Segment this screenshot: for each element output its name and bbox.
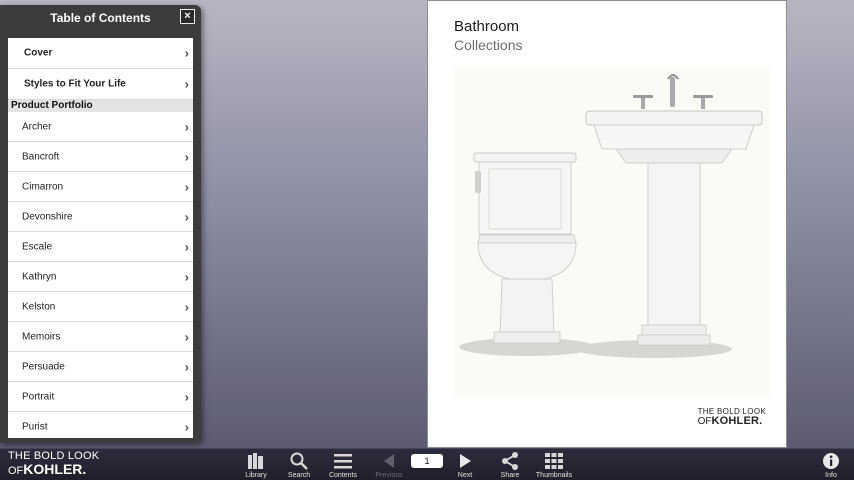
kohler-brand-logo: THE BOLD LOOK OFKOHLER. (8, 450, 100, 477)
search-label: Search (287, 472, 311, 479)
page-subtitle: Collections (454, 37, 523, 53)
toc-item-archer[interactable]: Archer › (8, 112, 193, 142)
search-button[interactable]: Search (276, 451, 322, 480)
toc-section-header: Product Portfolio (8, 100, 193, 112)
toc-item-label: Escale (22, 241, 53, 252)
toc-item-label: Kathryn (22, 271, 57, 282)
chevron-right-icon: › (184, 359, 189, 374)
chevron-right-icon: › (184, 149, 189, 164)
info-label: Info (825, 472, 837, 479)
library-label: Library (245, 472, 267, 479)
contents-icon (334, 454, 352, 469)
next-label: Next (457, 472, 473, 479)
chevron-right-icon: › (184, 76, 189, 92)
kohler-logo: THE BOLD LOOK OFKOHLER. (697, 407, 766, 427)
toc-item-label: Devonshire (22, 211, 73, 222)
toc-item-kathryn[interactable]: Kathryn › (8, 262, 193, 292)
toc-item-persuade[interactable]: Persuade › (8, 352, 193, 382)
share-icon (502, 452, 518, 470)
thumbnails-button[interactable]: Thumbnails (531, 451, 577, 480)
toc-title: Table of Contents (50, 11, 151, 25)
chevron-right-icon: › (184, 179, 189, 194)
toc-list[interactable]: Cover › Styles to Fit Your Life › Produc… (8, 38, 193, 438)
info-icon (823, 453, 839, 469)
thumbnails-grid-icon (545, 453, 563, 469)
toc-item-label: Styles to Fit Your Life (24, 78, 126, 90)
table-of-contents-panel: Table of Contents × Cover › Styles to Fi… (0, 5, 201, 443)
toc-item-label: Memoirs (22, 331, 61, 342)
toc-header: Table of Contents × (0, 5, 201, 33)
catalog-page[interactable]: Bathroom Collections THE BOLD LOOK OFKOH… (427, 0, 787, 448)
next-button[interactable]: Next (442, 451, 488, 480)
chevron-right-icon: › (184, 389, 189, 404)
chevron-right-icon: › (184, 269, 189, 284)
toc-item-label: Purist (22, 421, 48, 432)
toc-item-cimarron[interactable]: Cimarron › (8, 172, 193, 202)
chevron-right-icon: › (184, 119, 189, 134)
page-number-input[interactable] (411, 454, 443, 468)
contents-button[interactable]: Contents (320, 451, 366, 480)
chevron-right-icon: › (184, 299, 189, 314)
previous-button[interactable]: Previous (366, 451, 412, 480)
toc-item-label: Archer (22, 121, 52, 132)
toc-item-memoirs[interactable]: Memoirs › (8, 322, 193, 352)
toc-item-purist[interactable]: Purist › (8, 412, 193, 438)
previous-label: Previous (375, 472, 403, 479)
toc-item-label: Cimarron (22, 181, 64, 192)
toc-item-cover[interactable]: Cover › (8, 38, 193, 69)
previous-arrow-icon (384, 454, 394, 468)
toc-item-bancroft[interactable]: Bancroft › (8, 142, 193, 172)
page-title: Bathroom (454, 18, 520, 35)
toc-item-portrait[interactable]: Portrait › (8, 382, 193, 412)
toc-item-kelston[interactable]: Kelston › (8, 292, 193, 322)
share-button[interactable]: Share (487, 451, 533, 480)
thumbnails-label: Thumbnails (535, 472, 573, 479)
toc-item-label: Kelston (22, 301, 56, 312)
toc-item-label: Bancroft (22, 151, 60, 162)
info-button[interactable]: Info (808, 451, 854, 480)
chevron-right-icon: › (184, 419, 189, 434)
library-icon (248, 453, 263, 469)
toc-item-devonshire[interactable]: Devonshire › (8, 202, 193, 232)
chevron-right-icon: › (184, 239, 189, 254)
search-icon (290, 452, 308, 470)
close-icon[interactable]: × (180, 9, 195, 24)
library-button[interactable]: Library (233, 451, 279, 480)
contents-label: Contents (328, 472, 358, 479)
toc-item-escale[interactable]: Escale › (8, 232, 193, 262)
toc-item-label: Cover (24, 47, 53, 59)
toilet-and-sink-photo (454, 67, 770, 397)
next-arrow-icon (460, 454, 471, 468)
chevron-right-icon: › (184, 329, 189, 344)
toc-item-label: Portrait (22, 391, 55, 402)
toc-item-styles[interactable]: Styles to Fit Your Life › (8, 69, 193, 100)
share-label: Share (500, 472, 520, 479)
toc-item-label: Persuade (22, 361, 65, 372)
chevron-right-icon: › (184, 209, 189, 224)
bottom-toolbar: THE BOLD LOOK OFKOHLER. Library Search C… (0, 448, 854, 480)
chevron-right-icon: › (184, 45, 189, 61)
